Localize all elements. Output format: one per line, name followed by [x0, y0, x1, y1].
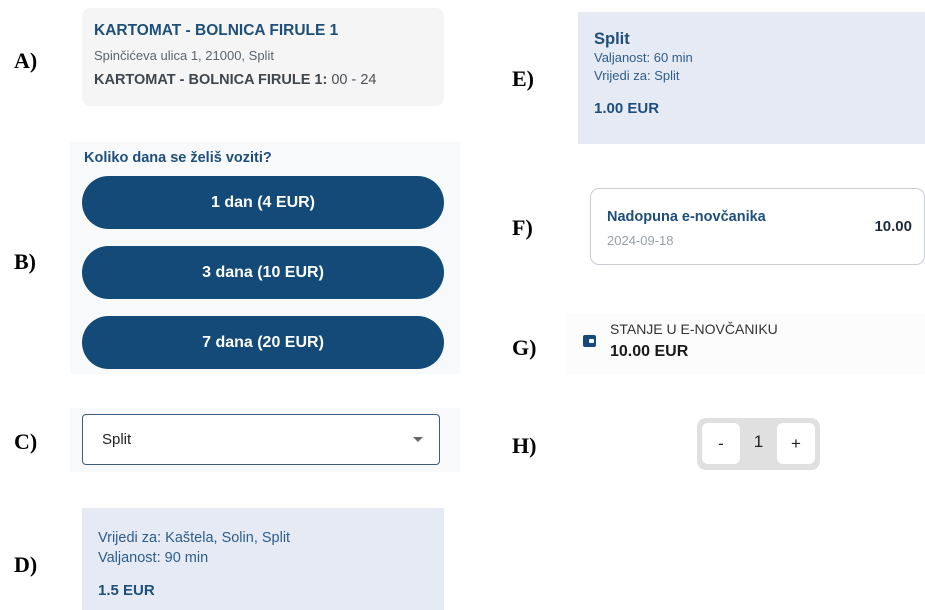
wallet-balance: STANJE U E-NOVČANIKU 10.00 EUR — [565, 313, 925, 375]
label-c: C) — [14, 429, 38, 454]
label-b: B) — [14, 249, 36, 274]
option-3-days-button[interactable]: 3 dana (10 EUR) — [82, 246, 444, 299]
hours-value: 00 - 24 — [327, 72, 377, 88]
city-select[interactable]: Split — [82, 414, 440, 465]
quantity-value: 1 — [753, 432, 764, 451]
location-card[interactable]: KARTOMAT - BOLNICA FIRULE 1 Spinčićeva u… — [82, 8, 444, 106]
location-hours: KARTOMAT - BOLNICA FIRULE 1: 00 - 24 — [94, 72, 432, 88]
wallet-balance-amount: 10.00 EUR — [610, 343, 689, 360]
wallet-icon — [583, 335, 596, 347]
transaction-item[interactable]: Nadopuna e-novčanika 2024-09-18 10.00 — [590, 188, 925, 265]
label-g: G) — [512, 335, 537, 360]
transaction-title: Nadopuna e-novčanika — [607, 209, 766, 225]
ticket-valid-for: Vrijedi za: Split — [594, 68, 680, 83]
ticket-card-multi-city[interactable]: Vrijedi za: Kaštela, Solin, Split Valjan… — [82, 508, 444, 610]
label-d: D) — [14, 552, 38, 577]
hours-label: KARTOMAT - BOLNICA FIRULE 1: — [94, 72, 328, 88]
location-title: KARTOMAT - BOLNICA FIRULE 1 — [94, 22, 339, 39]
transaction-amount: 10.00 — [874, 218, 912, 235]
decrement-button[interactable]: - — [702, 423, 740, 464]
ticket-validity: Valjanost: 90 min — [98, 550, 209, 566]
ticket-card-split[interactable]: Split Valjanost: 60 min Vrijedi za: Spli… — [578, 12, 925, 144]
transaction-date: 2024-09-18 — [607, 233, 674, 248]
ticket-price: 1.00 EUR — [594, 100, 660, 117]
label-a: A) — [14, 48, 38, 73]
city-select-panel: Split — [70, 408, 460, 472]
option-1-day-button[interactable]: 1 dan (4 EUR) — [82, 176, 444, 229]
location-address: Spinčićeva ulica 1, 21000, Split — [94, 48, 274, 63]
label-h: H) — [512, 433, 537, 458]
option-7-days-button[interactable]: 7 dana (20 EUR) — [82, 316, 444, 369]
ticket-price: 1.5 EUR — [98, 582, 155, 599]
wallet-balance-label: STANJE U E-NOVČANIKU — [610, 321, 778, 337]
day-options-panel: Koliko dana se želiš voziti? 1 dan (4 EU… — [70, 142, 460, 374]
ticket-valid-for: Vrijedi za: Kaštela, Solin, Split — [98, 530, 291, 546]
label-f: F) — [512, 215, 533, 240]
quantity-stepper: - 1 + — [697, 418, 820, 470]
chevron-down-icon — [413, 437, 423, 442]
days-question: Koliko dana se želiš voziti? — [84, 150, 272, 166]
city-select-value: Split — [102, 431, 132, 448]
ticket-validity: Valjanost: 60 min — [594, 50, 693, 65]
label-e: E) — [512, 66, 534, 91]
increment-button[interactable]: + — [777, 423, 815, 464]
ticket-title: Split — [594, 30, 630, 48]
